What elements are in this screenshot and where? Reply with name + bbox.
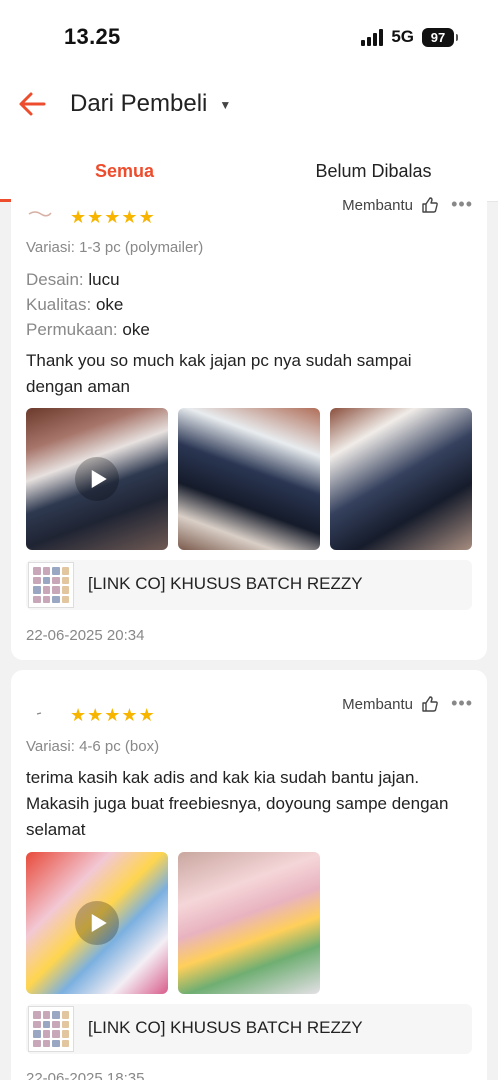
reviewer-avatar bbox=[27, 708, 53, 734]
star-icon: ★ bbox=[70, 705, 87, 725]
attribute-kualitas: Kualitas: oke bbox=[26, 295, 124, 314]
star-icon: ★ bbox=[138, 705, 155, 725]
star-icon: ★ bbox=[121, 705, 138, 725]
review-source-dropdown[interactable]: Dari Pembeli ▼ bbox=[70, 90, 231, 118]
reviewer-avatar bbox=[27, 208, 53, 234]
review-video-thumbnail[interactable] bbox=[26, 852, 168, 994]
rating-stars: ★ ★ ★ ★ ★ bbox=[70, 706, 155, 724]
status-indicators: 5G 97 bbox=[361, 27, 458, 47]
thumbs-up-icon bbox=[422, 197, 438, 213]
star-icon: ★ bbox=[87, 705, 104, 725]
attribute-desain: Desain: lucu bbox=[26, 270, 120, 289]
signal-icon bbox=[361, 28, 384, 46]
helpful-label: Membantu bbox=[342, 695, 413, 713]
app-header: Dari Pembeli ▼ bbox=[0, 70, 498, 140]
more-options-icon[interactable]: ••• bbox=[451, 693, 473, 714]
product-name: [LINK CO] KHUSUS BATCH REZZY bbox=[88, 1018, 363, 1037]
review-date: 22-06-2025 20:34 bbox=[26, 627, 145, 644]
play-icon bbox=[91, 470, 107, 488]
product-link[interactable]: [LINK CO] KHUSUS BATCH REZZY bbox=[26, 1004, 472, 1054]
review-card: ★ ★ ★ ★ ★ Membantu ••• Variasi: 1-3 pc (poly… bbox=[11, 180, 487, 660]
helpful-button[interactable]: Membantu bbox=[342, 196, 439, 214]
rating-stars: ★ ★ ★ ★ ★ bbox=[70, 208, 155, 226]
battery-icon: 97 bbox=[422, 27, 458, 47]
star-icon: ★ bbox=[104, 705, 121, 725]
review-photo[interactable] bbox=[330, 408, 472, 550]
star-icon: ★ bbox=[104, 207, 121, 227]
more-options-icon[interactable]: ••• bbox=[451, 194, 473, 215]
status-time: 13.25 bbox=[64, 24, 121, 49]
review-photo[interactable] bbox=[178, 852, 320, 994]
review-date: 22-06-2025 18:35 bbox=[26, 1070, 145, 1080]
thumbs-up-icon bbox=[422, 696, 438, 712]
back-arrow-icon[interactable] bbox=[14, 86, 50, 122]
product-thumbnail bbox=[28, 1006, 74, 1052]
star-icon: ★ bbox=[87, 207, 104, 227]
star-icon: ★ bbox=[138, 207, 155, 227]
product-thumbnail bbox=[28, 562, 74, 608]
attribute-permukaan: Permukaan: oke bbox=[26, 320, 150, 339]
review-card: ★ ★ ★ ★ ★ Membantu ••• Variasi: 4-6 pc (box)… bbox=[11, 670, 487, 1080]
product-name: [LINK CO] KHUSUS BATCH REZZY bbox=[88, 574, 363, 593]
play-icon bbox=[91, 914, 107, 932]
star-icon: ★ bbox=[121, 207, 138, 227]
star-icon: ★ bbox=[70, 207, 87, 227]
review-media bbox=[26, 852, 320, 994]
network-label: 5G bbox=[391, 27, 414, 46]
caret-down-icon: ▼ bbox=[219, 98, 232, 112]
review-media bbox=[26, 408, 472, 550]
review-text: terima kasih kak adis and kak kia sudah … bbox=[26, 768, 449, 839]
review-variant: Variasi: 1-3 pc (polymailer) bbox=[26, 239, 204, 256]
review-video-thumbnail[interactable] bbox=[26, 408, 168, 550]
seller-reviews-screen: 13.25 5G 97 Dari Pembeli ▼ Semua Belum D… bbox=[0, 0, 498, 1080]
review-variant: Variasi: 4-6 pc (box) bbox=[26, 738, 160, 755]
helpful-label: Membantu bbox=[342, 196, 413, 214]
review-photo[interactable] bbox=[178, 408, 320, 550]
product-link[interactable]: [LINK CO] KHUSUS BATCH REZZY bbox=[26, 560, 472, 610]
status-bar: 13.25 5G 97 bbox=[0, 0, 498, 70]
page-title: Dari Pembeli bbox=[70, 90, 208, 117]
helpful-button[interactable]: Membantu bbox=[342, 695, 439, 713]
review-text: Thank you so much kak jajan pc nya sudah… bbox=[26, 351, 412, 396]
